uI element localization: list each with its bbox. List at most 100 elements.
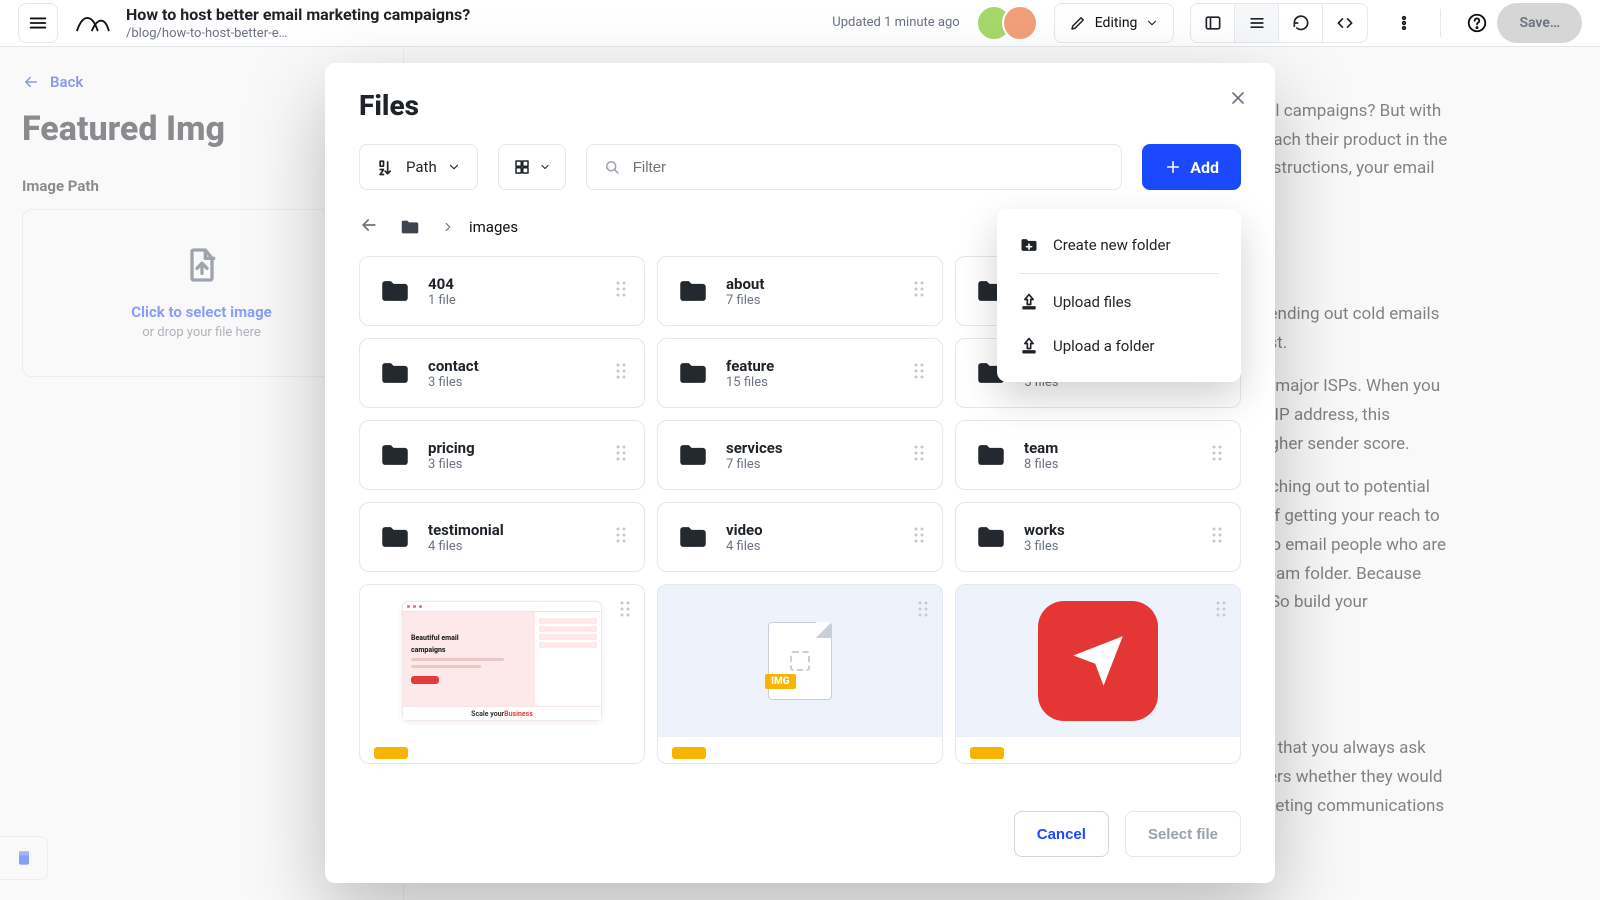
drag-handle-icon[interactable] — [614, 443, 628, 467]
breadcrumb-back-button[interactable] — [359, 215, 379, 239]
chevron-down-icon — [447, 160, 461, 174]
menu-button[interactable] — [18, 3, 58, 43]
file-type-badge — [374, 747, 408, 759]
upload-folder-icon — [1019, 336, 1039, 356]
updated-label: Updated 1 minute ago — [832, 15, 959, 30]
folder-name: testimonial — [428, 521, 600, 539]
folder-card[interactable]: works3 files — [955, 502, 1241, 572]
folder-icon — [399, 216, 421, 238]
panel-left-button[interactable] — [1191, 4, 1235, 42]
file-tile[interactable]: IMG — [657, 584, 943, 764]
view-toggle-group — [1190, 3, 1368, 43]
drag-handle-icon[interactable] — [614, 525, 628, 549]
document-meta: How to host better email marketing campa… — [126, 5, 470, 41]
drag-handle-icon[interactable] — [916, 599, 930, 623]
menu-create-folder[interactable]: Create new folder — [997, 223, 1241, 267]
code-button[interactable] — [1323, 4, 1367, 42]
select-file-button[interactable]: Select file — [1125, 811, 1241, 857]
arrow-left-icon — [359, 215, 379, 235]
folder-icon — [674, 520, 712, 554]
folder-card[interactable]: testimonial4 files — [359, 502, 645, 572]
folder-card[interactable]: team8 files — [955, 420, 1241, 490]
folder-icon — [972, 520, 1010, 554]
more-button[interactable] — [1384, 3, 1424, 43]
drag-handle-icon[interactable] — [912, 443, 926, 467]
save-button[interactable]: Save… — [1497, 3, 1582, 43]
file-tile[interactable] — [955, 584, 1241, 764]
drag-handle-icon[interactable] — [614, 361, 628, 385]
document-title: How to host better email marketing campa… — [126, 5, 470, 24]
folder-file-count: 3 files — [428, 375, 600, 390]
folder-icon — [376, 356, 414, 390]
folder-icon — [674, 438, 712, 472]
mode-select[interactable]: Editing — [1054, 3, 1175, 43]
panel-list-button[interactable] — [1235, 4, 1279, 42]
menu-upload-files[interactable]: Upload files — [997, 280, 1241, 324]
app-logo-icon — [1038, 601, 1158, 721]
folder-card[interactable]: pricing3 files — [359, 420, 645, 490]
chevron-down-icon — [539, 161, 551, 173]
drag-handle-icon[interactable] — [1210, 443, 1224, 467]
folder-card[interactable]: 4041 file — [359, 256, 645, 326]
folder-name: feature — [726, 357, 898, 375]
folder-card[interactable]: contact3 files — [359, 338, 645, 408]
folder-file-count: 7 files — [726, 293, 898, 308]
panel-left-icon — [1203, 13, 1223, 33]
drag-handle-icon[interactable] — [912, 525, 926, 549]
folder-card[interactable]: services7 files — [657, 420, 943, 490]
filter-field[interactable] — [586, 144, 1123, 190]
help-circle-icon — [1466, 12, 1488, 34]
plus-icon — [1164, 158, 1182, 176]
search-icon — [603, 158, 621, 176]
folder-card[interactable]: video4 files — [657, 502, 943, 572]
avatar[interactable] — [1002, 5, 1038, 41]
sort-select[interactable]: Path — [359, 144, 478, 190]
help-button[interactable] — [1457, 3, 1497, 43]
drag-handle-icon[interactable] — [618, 599, 632, 623]
mode-select-label: Editing — [1095, 15, 1138, 31]
add-button[interactable]: Add — [1142, 144, 1241, 190]
folder-card[interactable]: about7 files — [657, 256, 943, 326]
refresh-button[interactable] — [1279, 4, 1323, 42]
image-file-icon: IMG — [768, 622, 832, 700]
folder-name: pricing — [428, 439, 600, 457]
file-tile[interactable]: Beautiful email campaigns Scale your Bus… — [359, 584, 645, 764]
refresh-icon — [1291, 13, 1311, 33]
folder-icon — [972, 438, 1010, 472]
folder-name: works — [1024, 521, 1196, 539]
drag-handle-icon[interactable] — [912, 361, 926, 385]
brand-logo — [72, 10, 112, 36]
list-lines-icon — [1247, 13, 1267, 33]
folder-file-count: 1 file — [428, 293, 600, 308]
modal-title: Files — [359, 89, 1241, 122]
folder-name: team — [1024, 439, 1196, 457]
folder-icon — [376, 520, 414, 554]
code-icon — [1335, 13, 1355, 33]
grid-icon — [513, 158, 531, 176]
folder-card[interactable]: feature15 files — [657, 338, 943, 408]
drag-handle-icon[interactable] — [1210, 525, 1224, 549]
filter-input[interactable] — [633, 159, 1106, 176]
drag-handle-icon[interactable] — [614, 279, 628, 303]
folder-name: contact — [428, 357, 600, 375]
folder-name: services — [726, 439, 898, 457]
folder-file-count: 7 files — [726, 457, 898, 472]
collaborator-avatars — [976, 5, 1038, 41]
drag-handle-icon[interactable] — [1214, 599, 1228, 623]
folder-plus-icon — [1019, 235, 1039, 255]
layout-select[interactable] — [498, 144, 566, 190]
modal-overlay: Files Path — [0, 47, 1600, 900]
folder-file-count: 3 files — [428, 457, 600, 472]
folder-file-count: 15 files — [726, 375, 898, 390]
menu-upload-folder[interactable]: Upload a folder — [997, 324, 1241, 368]
drag-handle-icon[interactable] — [912, 279, 926, 303]
breadcrumb-root[interactable] — [393, 212, 427, 242]
dots-vertical-icon — [1394, 13, 1414, 33]
upload-files-icon — [1019, 292, 1039, 312]
file-type-badge — [970, 747, 1004, 759]
close-icon — [1228, 88, 1248, 108]
folder-file-count: 4 files — [726, 539, 898, 554]
file-type-badge — [672, 747, 706, 759]
cancel-button[interactable]: Cancel — [1014, 811, 1109, 857]
modal-close-button[interactable] — [1223, 83, 1253, 113]
